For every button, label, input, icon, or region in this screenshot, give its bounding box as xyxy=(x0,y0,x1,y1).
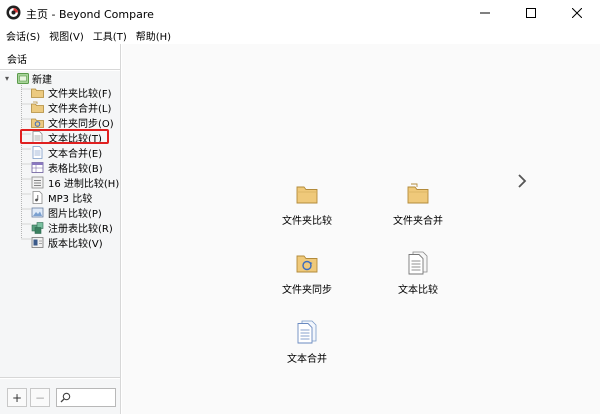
tree-item-mp3-compare[interactable]: MP3 比较 xyxy=(31,190,92,205)
version-compare-icon xyxy=(31,237,44,248)
selection-highlight-box xyxy=(20,129,109,144)
tree-item-text-merge[interactable]: 文本合并(E) xyxy=(31,145,102,160)
tree-item-label: 版本比较(V) xyxy=(48,239,103,250)
tree-item-label: 文件夹合并(L) xyxy=(48,104,112,115)
folder-merge-icon xyxy=(31,101,44,113)
add-session-button[interactable]: + xyxy=(7,388,27,407)
tree-item-folder-sync[interactable]: 文件夹同步(O) xyxy=(31,115,114,130)
tree-item-folder-compare[interactable]: 文件夹比较(F) xyxy=(31,85,112,100)
menu-view[interactable]: 视图(V) xyxy=(49,28,84,43)
session-tree: ▾ 新建 文件夹比较(F) 文件夹合并(L) 文件夹同步(O) 文本比较(T) … xyxy=(0,71,120,378)
text-merge-icon xyxy=(297,320,317,344)
app-logo-icon xyxy=(6,5,21,20)
tile-label: 文本比较 xyxy=(398,285,438,296)
chevron-right-icon[interactable] xyxy=(516,172,528,190)
text-merge-icon xyxy=(32,146,43,159)
maximize-button[interactable] xyxy=(508,0,554,26)
tree-item-label: MP3 比较 xyxy=(48,194,93,205)
tree-item-version-compare[interactable]: 版本比较(V) xyxy=(31,235,103,250)
picture-compare-icon xyxy=(31,207,44,218)
minimize-button[interactable] xyxy=(462,0,508,26)
table-compare-icon xyxy=(31,162,44,173)
tree-item-label: 图片比较(P) xyxy=(48,209,102,220)
tile-folder-sync[interactable]: 文件夹同步 xyxy=(262,251,352,307)
search-icon xyxy=(60,392,71,403)
tile-folder-compare[interactable]: 文件夹比较 xyxy=(262,182,352,238)
menu-session[interactable]: 会话(S) xyxy=(6,28,40,43)
sidebar-header: 会话 xyxy=(0,44,120,70)
tree-item-label: 表格比较(B) xyxy=(48,164,103,175)
tree-item-label: 注册表比较(R) xyxy=(48,224,113,235)
tree-item-label: 文件夹同步(O) xyxy=(48,119,114,130)
tile-text-merge[interactable]: 文本合并 xyxy=(262,320,352,376)
folder-compare-icon xyxy=(31,88,44,98)
session-search-input[interactable] xyxy=(56,388,116,407)
tile-label: 文本合并 xyxy=(287,354,327,365)
minimize-icon xyxy=(480,12,490,14)
sessions-sidebar: 会话 ▾ 新建 文件夹比较(F) 文件夹合并(L) 文件夹同步(O) 文本比较(… xyxy=(0,44,121,414)
title-bar: 主页 - Beyond Compare xyxy=(0,0,600,26)
folder-sync-icon xyxy=(31,118,44,128)
tree-item-label: 文件夹比较(F) xyxy=(48,89,112,100)
tree-root-label: 新建 xyxy=(32,74,52,86)
tree-item-picture-compare[interactable]: 图片比较(P) xyxy=(31,205,102,220)
window-title: 主页 - Beyond Compare xyxy=(26,8,154,21)
menu-help[interactable]: 帮助(H) xyxy=(136,28,171,43)
tree-item-table-compare[interactable]: 表格比较(B) xyxy=(31,160,103,175)
menu-bar: 会话(S) 视图(V) 工具(T) 帮助(H) xyxy=(0,26,600,44)
maximize-icon xyxy=(526,8,536,18)
tree-item-label: 16 进制比较(H) xyxy=(48,179,120,190)
tile-label: 文件夹同步 xyxy=(282,285,332,296)
close-button[interactable] xyxy=(554,0,600,26)
tree-item-hex-compare[interactable]: 16 进制比较(H) xyxy=(31,175,119,190)
tile-text-compare[interactable]: 文本比较 xyxy=(373,251,463,307)
home-launch-panel: 文件夹比较 文件夹合并 文件夹同步 文本比较 文本合并 xyxy=(122,44,600,414)
tree-item-registry-compare[interactable]: 注册表比较(R) xyxy=(31,220,113,235)
registry-compare-icon xyxy=(31,222,44,234)
tile-folder-merge[interactable]: 文件夹合并 xyxy=(373,182,463,238)
tree-item-label: 文本合并(E) xyxy=(48,149,103,160)
tile-label: 文件夹比较 xyxy=(282,216,332,227)
remove-session-button[interactable]: − xyxy=(30,388,50,407)
text-compare-icon xyxy=(408,251,428,275)
mp3-compare-icon xyxy=(32,191,43,204)
collapse-chevron-icon[interactable]: ▾ xyxy=(5,74,15,83)
folder-compare-icon xyxy=(296,186,318,204)
tile-label: 文件夹合并 xyxy=(393,216,443,227)
folder-sync-icon xyxy=(296,255,318,273)
menu-tools[interactable]: 工具(T) xyxy=(93,28,127,43)
close-icon xyxy=(572,8,582,18)
folder-merge-icon xyxy=(407,183,429,204)
new-session-icon xyxy=(17,72,29,84)
tree-root-new[interactable]: ▾ 新建 xyxy=(5,71,52,86)
sidebar-toolbar: + − xyxy=(0,379,120,414)
hex-compare-icon xyxy=(31,176,44,189)
tree-item-folder-merge[interactable]: 文件夹合并(L) xyxy=(31,100,111,115)
